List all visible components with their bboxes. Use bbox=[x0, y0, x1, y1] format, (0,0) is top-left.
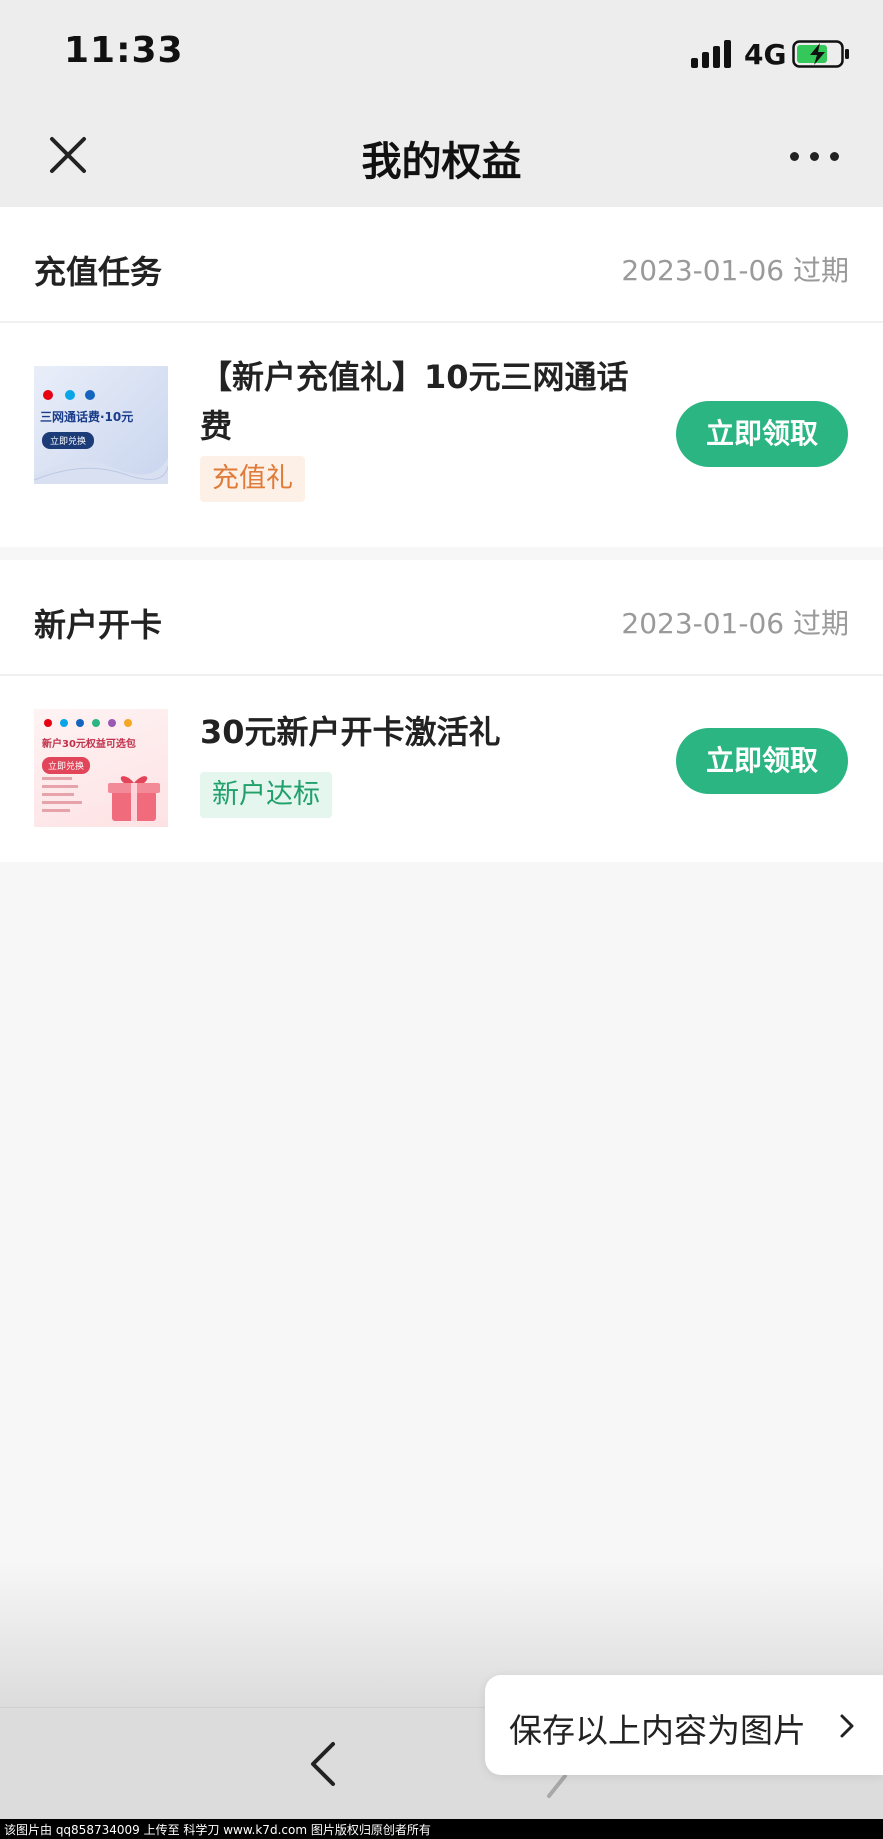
save-as-image-label: 保存以上内容为图片 bbox=[509, 1711, 806, 1750]
reward-thumbnail: 新户30元权益可选包 立即兑换 bbox=[34, 709, 168, 827]
carrier-logos-icon bbox=[43, 390, 95, 400]
section-new-card: 新户开卡 2023-01-06 过期 新户30元权益可选包 立即兑换 30元新户… bbox=[0, 560, 883, 862]
status-time: 11:33 bbox=[64, 30, 184, 71]
section-title: 充值任务 bbox=[34, 253, 163, 291]
section-recharge-task: 充值任务 2023-01-06 过期 三网通话费·10元 立即兑换 【新户充值礼… bbox=[0, 207, 883, 547]
signal-icon bbox=[691, 40, 735, 68]
back-arrow-icon[interactable] bbox=[305, 1740, 341, 1788]
section-expiry: 2023-01-06 过期 bbox=[621, 254, 849, 287]
network-label: 4G bbox=[744, 38, 787, 71]
reward-tag: 充值礼 bbox=[200, 456, 305, 502]
section-expiry: 2023-01-06 过期 bbox=[621, 607, 849, 640]
thumbnail-text-lines-decoration bbox=[42, 777, 82, 812]
section-header: 新户开卡 2023-01-06 过期 bbox=[0, 560, 883, 676]
section-header: 充值任务 2023-01-06 过期 bbox=[0, 207, 883, 323]
reward-tag: 新户达标 bbox=[200, 772, 332, 818]
reward-title: 30元新户开卡激活礼 bbox=[200, 713, 501, 751]
claim-button[interactable]: 立即领取 bbox=[676, 728, 848, 794]
app-screen: 11:33 4G 我的权益 充值任务 2023-01-06 过期 三网通话费·1… bbox=[0, 0, 883, 1839]
thumbnail-wave-decoration bbox=[34, 458, 168, 484]
save-as-image-button[interactable]: 保存以上内容为图片 bbox=[485, 1675, 883, 1775]
gift-box-icon bbox=[108, 776, 160, 821]
reward-title: 【新户充值礼】10元三网通话费 bbox=[200, 358, 629, 445]
claim-button[interactable]: 立即领取 bbox=[676, 401, 848, 467]
chevron-right-icon bbox=[840, 1714, 854, 1738]
thumbnail-caption: 三网通话费·10元 bbox=[40, 410, 134, 424]
more-icon[interactable] bbox=[790, 143, 840, 169]
reward-thumbnail: 三网通话费·10元 立即兑换 bbox=[34, 366, 168, 484]
reward-item: 三网通话费·10元 立即兑换 【新户充值礼】10元三网通话费 充值礼 立即领取 bbox=[0, 323, 883, 545]
battery-charging-icon bbox=[792, 40, 849, 68]
nav-bar: 我的权益 bbox=[0, 105, 883, 207]
thumbnail-button: 立即兑换 bbox=[42, 757, 91, 774]
carrier-logos-icon bbox=[44, 719, 132, 727]
page-title: 我的权益 bbox=[361, 139, 522, 185]
reward-item: 新户30元权益可选包 立即兑换 30元新户开卡激活礼 新户达标 立即领取 bbox=[0, 676, 883, 862]
watermark-bar: 该图片由 qq858734009 上传至 科学刀 www.k7d.com 图片版… bbox=[0, 1819, 883, 1839]
section-title: 新户开卡 bbox=[34, 606, 163, 644]
status-bar: 11:33 4G bbox=[0, 0, 883, 105]
thumbnail-caption: 新户30元权益可选包 bbox=[42, 739, 136, 750]
watermark-text: 该图片由 qq858734009 上传至 科学刀 www.k7d.com 图片版… bbox=[4, 1823, 431, 1837]
